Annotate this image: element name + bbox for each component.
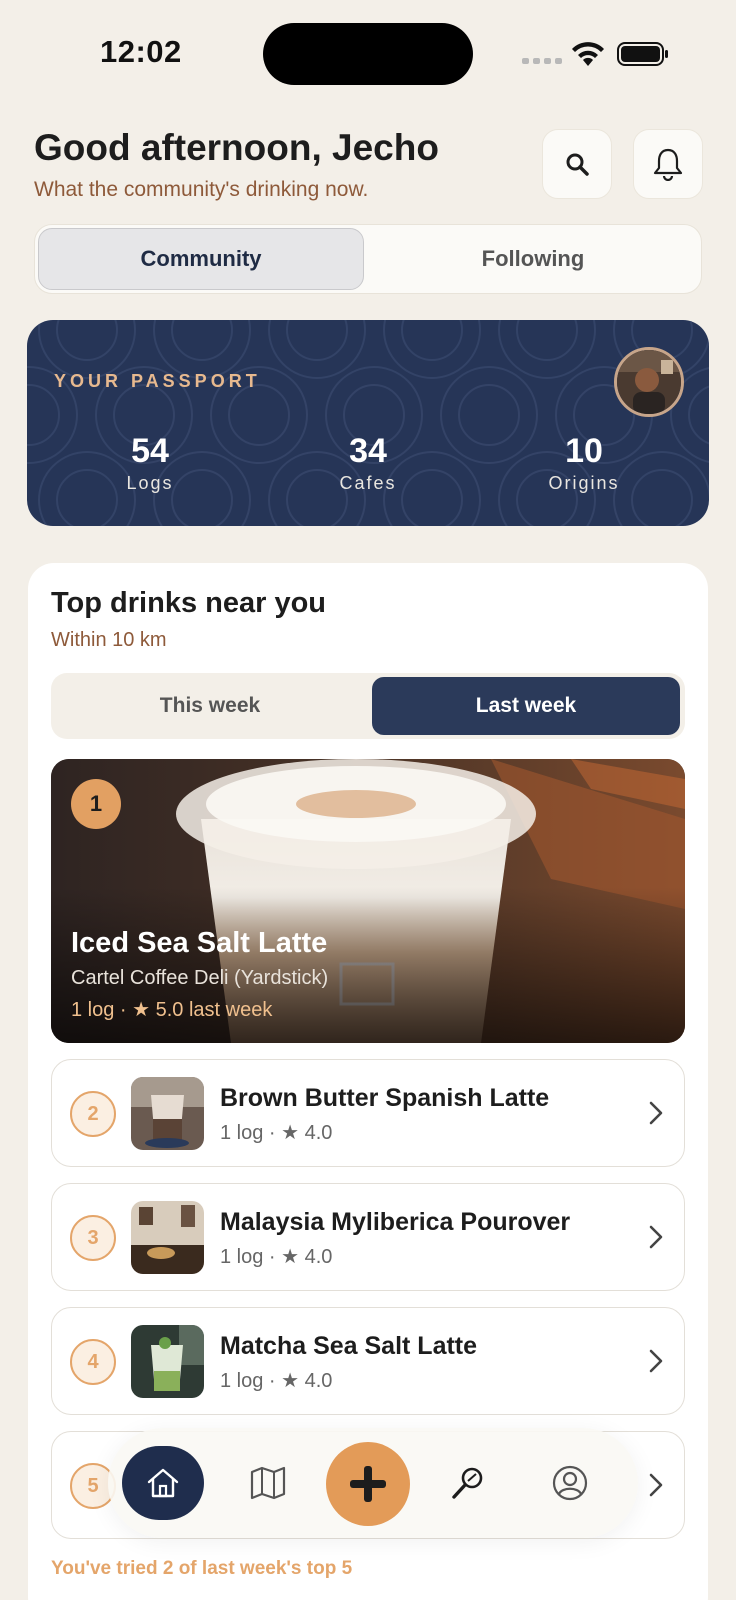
drink-name: Matcha Sea Salt Latte	[220, 1332, 478, 1360]
passport-label: YOUR PASSPORT	[54, 371, 261, 391]
tab-last-week[interactable]: Last week	[372, 677, 680, 735]
greeting-title: Good afternoon, Jecho	[34, 127, 439, 168]
bell-icon	[653, 148, 683, 181]
stat-cafes: 34 Cafes	[278, 432, 458, 494]
nav-home-button[interactable]	[122, 1446, 204, 1520]
status-bar: 12:02	[0, 0, 736, 110]
drink-name: Malaysia Myliberica Pourover	[220, 1208, 571, 1236]
nav-explore-button[interactable]	[444, 1459, 492, 1507]
stat-cafes-label: Cafes	[339, 473, 397, 493]
add-log-button[interactable]	[326, 1442, 410, 1526]
stat-origins-value: 10	[565, 432, 603, 470]
feed-tabs: Community Following	[34, 224, 702, 294]
hero-rank-badge: 1	[71, 779, 121, 829]
chevron-right-icon	[649, 1349, 663, 1373]
add-icon	[350, 1466, 386, 1502]
avatar[interactable]	[614, 347, 684, 417]
map-icon	[250, 1466, 286, 1500]
status-time: 12:02	[100, 34, 182, 69]
top-drinks-subtitle: Within 10 km	[51, 629, 167, 651]
stat-origins: 10 Origins	[494, 432, 674, 494]
stat-logs: 54 Logs	[60, 432, 240, 494]
list-item[interactable]: 2 Brown Butter Spanish Latte 1 log · ★ 4…	[51, 1059, 685, 1167]
drink-name: Brown Butter Spanish Latte	[220, 1084, 550, 1112]
explore-icon	[452, 1467, 483, 1499]
signal-icon	[522, 58, 562, 64]
home-icon	[147, 1468, 179, 1498]
nav-profile-button[interactable]	[546, 1459, 594, 1507]
tab-community[interactable]: Community	[38, 228, 364, 290]
tried-progress-note: You've tried 2 of last week's top 5	[51, 1558, 353, 1579]
rank-badge: 4	[70, 1339, 116, 1385]
search-icon	[566, 153, 589, 176]
greeting-subtitle: What the community's drinking now.	[34, 178, 369, 201]
hero-drink-name: Iced Sea Salt Latte	[71, 927, 328, 959]
chevron-right-icon	[649, 1473, 663, 1497]
hero-drink-meta: 1 log · ★ 5.0 last week	[71, 999, 273, 1021]
bottom-nav	[108, 1428, 638, 1538]
chevron-right-icon	[649, 1101, 663, 1125]
stat-origins-label: Origins	[548, 473, 620, 493]
rank-badge: 2	[70, 1091, 116, 1137]
tab-following[interactable]: Following	[367, 228, 699, 290]
top-drink-hero[interactable]: 1 Iced Sea Salt Latte Cartel Coffee Deli…	[51, 759, 685, 1043]
profile-icon	[552, 1465, 588, 1501]
hero-cafe-name: Cartel Coffee Deli (Yardstick)	[71, 967, 329, 989]
stat-cafes-value: 34	[349, 432, 387, 470]
list-item[interactable]: 3 Malaysia Myliberica Pourover 1 log · ★…	[51, 1183, 685, 1291]
nav-map-button[interactable]	[244, 1459, 292, 1507]
drink-meta: 1 log · ★ 4.0	[220, 1370, 333, 1392]
passport-pattern	[27, 320, 709, 526]
list-item[interactable]: 4 Matcha Sea Salt Latte 1 log · ★ 4.0	[51, 1307, 685, 1415]
top-drinks-title: Top drinks near you	[51, 587, 327, 619]
drink-meta: 1 log · ★ 4.0	[220, 1122, 333, 1144]
chevron-right-icon	[649, 1225, 663, 1249]
drink-meta: 1 log · ★ 4.0	[220, 1246, 333, 1268]
passport-card[interactable]: YOUR PASSPORT 54 Logs 34 Cafes 10 Origin…	[27, 320, 709, 526]
rank-badge: 3	[70, 1215, 116, 1261]
drink-thumbnail	[131, 1077, 204, 1150]
wifi-icon	[572, 42, 604, 66]
drink-thumbnail	[131, 1201, 204, 1274]
period-tabs: This week Last week	[51, 673, 685, 739]
avatar-photo	[617, 350, 681, 414]
battery-icon	[617, 42, 668, 66]
stat-logs-value: 54	[131, 432, 169, 470]
stat-logs-label: Logs	[126, 473, 174, 493]
search-button[interactable]	[542, 129, 612, 199]
tab-this-week[interactable]: This week	[55, 677, 365, 735]
dynamic-island	[263, 23, 473, 85]
notifications-button[interactable]	[633, 129, 703, 199]
drink-thumbnail	[131, 1325, 204, 1398]
